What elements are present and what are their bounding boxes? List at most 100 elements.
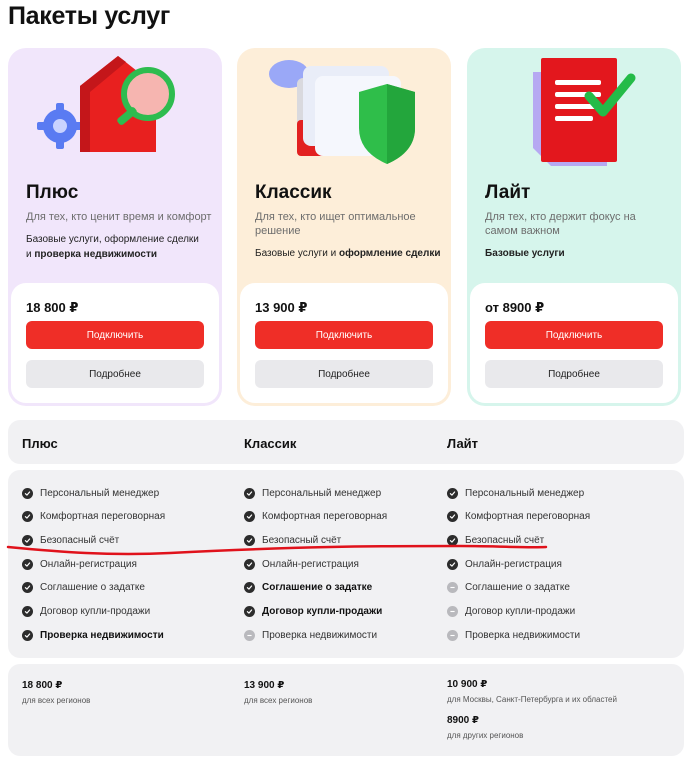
check-icon bbox=[447, 534, 458, 546]
feature-label: Комфортная переговорная bbox=[465, 511, 591, 523]
card-footer: 18 800 ₽ Подключить Подробнее bbox=[11, 283, 219, 403]
card-title: Плюс bbox=[26, 182, 79, 203]
details-button[interactable]: Подробнее bbox=[255, 360, 433, 388]
feature-row-lite: Комфортная переговорная bbox=[447, 509, 590, 525]
check-icon bbox=[447, 511, 458, 523]
compare-header-plus: Плюс bbox=[22, 436, 58, 451]
unavailable-icon bbox=[447, 606, 458, 617]
price-lite-other: 8900 ₽ для других регионов bbox=[447, 715, 524, 740]
feature-label: Персональный менеджер bbox=[262, 487, 382, 499]
connect-button[interactable]: Подключить bbox=[26, 321, 204, 349]
feature-row-plus: Соглашение о задатке bbox=[22, 580, 145, 596]
feature-label: Безопасный счёт bbox=[465, 534, 545, 546]
feature-row-classic: Комфортная переговорная bbox=[244, 509, 387, 525]
feature-label: Соглашение о задатке bbox=[262, 582, 373, 594]
feature-row-lite: Соглашение о задатке bbox=[447, 580, 570, 596]
check-icon bbox=[447, 487, 458, 499]
check-icon bbox=[22, 606, 33, 617]
card-price: от 8900 ₽ bbox=[485, 300, 545, 315]
regional-prices: 18 800 ₽ для всех регионов 13 900 ₽ для … bbox=[8, 664, 684, 756]
card-price: 18 800 ₽ bbox=[26, 300, 79, 315]
check-icon bbox=[22, 487, 33, 499]
check-icon bbox=[244, 582, 255, 594]
page-title: Пакеты услуг bbox=[8, 2, 170, 30]
check-icon bbox=[244, 606, 255, 617]
feature-label: Безопасный счёт bbox=[262, 534, 342, 546]
check-icon bbox=[244, 511, 255, 523]
price-plus: 18 800 ₽ для всех регионов bbox=[22, 680, 91, 705]
check-icon bbox=[22, 582, 33, 594]
connect-button[interactable]: Подключить bbox=[485, 321, 663, 349]
unavailable-icon bbox=[447, 582, 458, 594]
feature-row-classic: Онлайн-регистрация bbox=[244, 556, 359, 572]
card-footer: от 8900 ₽ Подключить Подробнее bbox=[470, 283, 678, 403]
document-shield-icon bbox=[269, 60, 415, 164]
feature-label: Комфортная переговорная bbox=[262, 511, 388, 523]
feature-label: Договор купли-продажи bbox=[40, 606, 151, 617]
unavailable-icon bbox=[244, 629, 255, 641]
check-icon bbox=[22, 511, 33, 523]
feature-row-lite: Онлайн-регистрация bbox=[447, 556, 562, 572]
feature-label: Проверка недвижимости bbox=[262, 629, 378, 641]
feature-row-classic: Проверка недвижимости bbox=[244, 627, 377, 643]
comparison-header: Плюс Классик Лайт bbox=[8, 420, 684, 464]
feature-label: Проверка недвижимости bbox=[465, 629, 581, 641]
feature-label: Проверка недвижимости bbox=[40, 629, 164, 641]
compare-header-classic: Классик bbox=[244, 436, 297, 451]
check-icon bbox=[447, 558, 458, 570]
check-icon bbox=[244, 558, 255, 570]
document-check-icon bbox=[533, 58, 636, 166]
check-icon bbox=[22, 629, 33, 641]
card-price: 13 900 ₽ bbox=[255, 300, 308, 315]
feature-row-lite: Проверка недвижимости bbox=[447, 627, 580, 643]
feature-row-lite: Договор купли-продажи bbox=[447, 604, 575, 620]
feature-label: Соглашение о задатке bbox=[40, 582, 145, 594]
check-icon bbox=[244, 487, 255, 499]
compare-header-lite: Лайт bbox=[447, 436, 479, 451]
card-includes: Базовые услуги и оформление сделки bbox=[255, 248, 441, 259]
check-icon bbox=[244, 534, 255, 546]
connect-button[interactable]: Подключить bbox=[255, 321, 433, 349]
card-description: Для тех, кто ценит время и комфорт bbox=[26, 211, 212, 223]
feature-row-plus: Онлайн-регистрация bbox=[22, 556, 137, 572]
feature-label: Онлайн-регистрация bbox=[40, 558, 137, 570]
price-classic: 13 900 ₽ для всех регионов bbox=[244, 680, 313, 705]
feature-row-lite: Персональный менеджер bbox=[447, 485, 584, 501]
feature-label: Онлайн-регистрация bbox=[465, 558, 562, 570]
card-description: Для тех, кто ищет оптимальное решение bbox=[255, 211, 416, 237]
card-includes: Базовые услуги, оформление сделки и пров… bbox=[26, 234, 199, 260]
house-search-icon bbox=[37, 56, 175, 152]
package-card-plus: Плюс Для тех, кто ценит время и комфорт … bbox=[8, 48, 222, 406]
feature-label: Договор купли-продажи bbox=[262, 606, 383, 617]
card-title: Лайт bbox=[485, 182, 531, 203]
feature-row-plus: Комфортная переговорная bbox=[22, 509, 165, 525]
package-card-lite: Лайт Для тех, кто держит фокус на самом … bbox=[467, 48, 681, 406]
check-icon bbox=[22, 534, 33, 546]
feature-row-classic: Договор купли-продажи bbox=[244, 604, 382, 620]
feature-label: Персональный менеджер bbox=[40, 487, 160, 499]
feature-row-lite: Безопасный счёт bbox=[447, 532, 544, 548]
package-card-classic: Классик Для тех, кто ищет оптимальное ре… bbox=[237, 48, 451, 406]
feature-row-plus: Безопасный счёт bbox=[22, 532, 119, 548]
card-footer: 13 900 ₽ Подключить Подробнее bbox=[240, 283, 448, 403]
feature-label: Соглашение о задатке bbox=[465, 582, 570, 594]
check-icon bbox=[22, 558, 33, 570]
feature-row-classic: Соглашение о задатке bbox=[244, 580, 372, 596]
feature-row-plus: Договор купли-продажи bbox=[22, 604, 150, 620]
details-button[interactable]: Подробнее bbox=[26, 360, 204, 388]
feature-label: Персональный менеджер bbox=[465, 487, 585, 499]
feature-row-classic: Персональный менеджер bbox=[244, 485, 381, 501]
price-lite-moscow: 10 900 ₽ для Москвы, Санкт-Петербурга и … bbox=[447, 679, 617, 704]
feature-row-classic: Безопасный счёт bbox=[244, 532, 341, 548]
feature-row-plus: Проверка недвижимости bbox=[22, 627, 164, 643]
comparison-table: Персональный менеджер Персональный менедж… bbox=[8, 470, 684, 658]
card-description: Для тех, кто держит фокус на самом важно… bbox=[485, 211, 636, 237]
card-title: Классик bbox=[255, 182, 332, 203]
feature-label: Онлайн-регистрация bbox=[262, 558, 359, 570]
feature-label: Договор купли-продажи bbox=[465, 606, 576, 617]
card-includes: Базовые услуги bbox=[485, 248, 565, 259]
details-button[interactable]: Подробнее bbox=[485, 360, 663, 388]
feature-label: Безопасный счёт bbox=[40, 534, 120, 546]
unavailable-icon bbox=[447, 629, 458, 641]
feature-label: Комфортная переговорная bbox=[40, 511, 166, 523]
